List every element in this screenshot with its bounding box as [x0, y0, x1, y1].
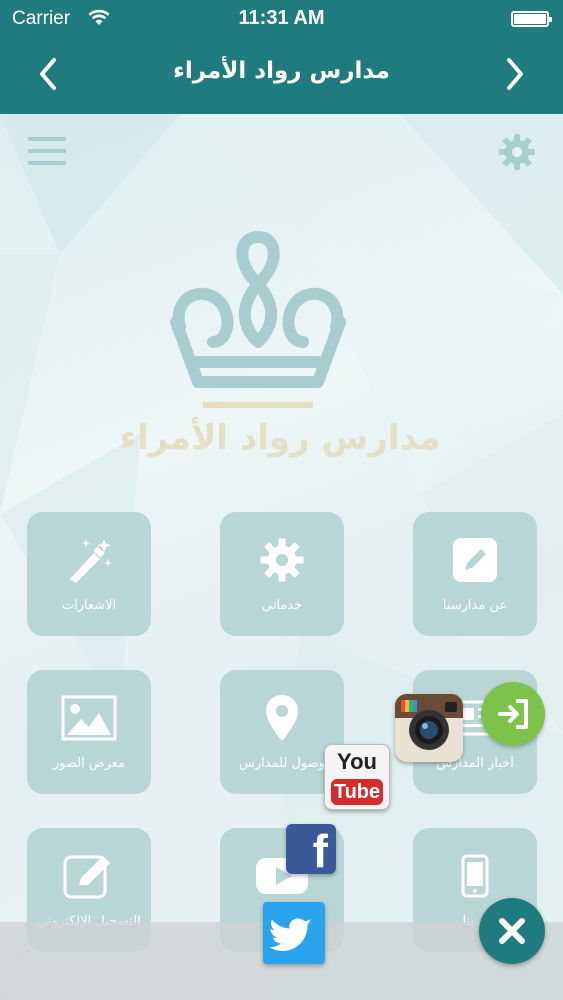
write-icon	[63, 855, 110, 899]
facebook-icon: f	[312, 825, 328, 877]
page-title: مدارس رواد الأمراء	[173, 58, 390, 84]
tile-my-services[interactable]: خدماتي	[220, 512, 344, 636]
battery-icon	[511, 11, 552, 27]
close-menu-button[interactable]	[479, 898, 545, 964]
twitter-social-button[interactable]	[263, 902, 325, 964]
tile-label: عن مدارسنا	[442, 598, 508, 613]
settings-gear-icon[interactable]	[497, 132, 537, 172]
instagram-social-button[interactable]	[395, 694, 463, 762]
tile-notifications[interactable]: الاشعارات	[27, 512, 151, 636]
location-pin-icon	[266, 695, 298, 741]
tile-label: خدماتي	[261, 598, 303, 613]
gear-icon	[260, 538, 304, 582]
clock: 11:31 AM	[238, 7, 325, 29]
close-icon	[499, 918, 525, 944]
tile-label: الاشعارات	[61, 598, 117, 613]
youtube-social-button[interactable]: You Tube	[324, 744, 390, 810]
crown-logo-icon	[170, 231, 346, 408]
youtube-tube-text: Tube	[331, 779, 383, 805]
chevron-left-icon[interactable]	[34, 56, 64, 92]
twitter-bird-icon	[269, 918, 313, 951]
menu-icon[interactable]	[28, 136, 66, 166]
nav-bar: مدارس رواد الأمراء	[0, 36, 563, 114]
sign-in-icon	[498, 699, 528, 729]
status-bar: Carrier 11:31 AM	[0, 0, 563, 36]
facebook-social-button[interactable]: f	[286, 824, 336, 877]
tile-label: معرض الصور	[52, 756, 126, 771]
edit-icon	[453, 538, 497, 582]
youtube-you-text: You	[337, 749, 377, 774]
login-button[interactable]	[481, 682, 545, 746]
tile-photo-gallery[interactable]: معرض الصور	[27, 670, 151, 794]
magic-wand-icon	[70, 539, 112, 583]
instagram-icon	[395, 694, 463, 762]
tile-about-schools[interactable]: عن مدارسنا	[413, 512, 537, 636]
phone-icon	[461, 854, 489, 898]
image-icon	[61, 695, 117, 741]
logo-text: مدارس رواد الأمراء	[119, 418, 441, 458]
chevron-right-icon[interactable]	[499, 56, 529, 92]
